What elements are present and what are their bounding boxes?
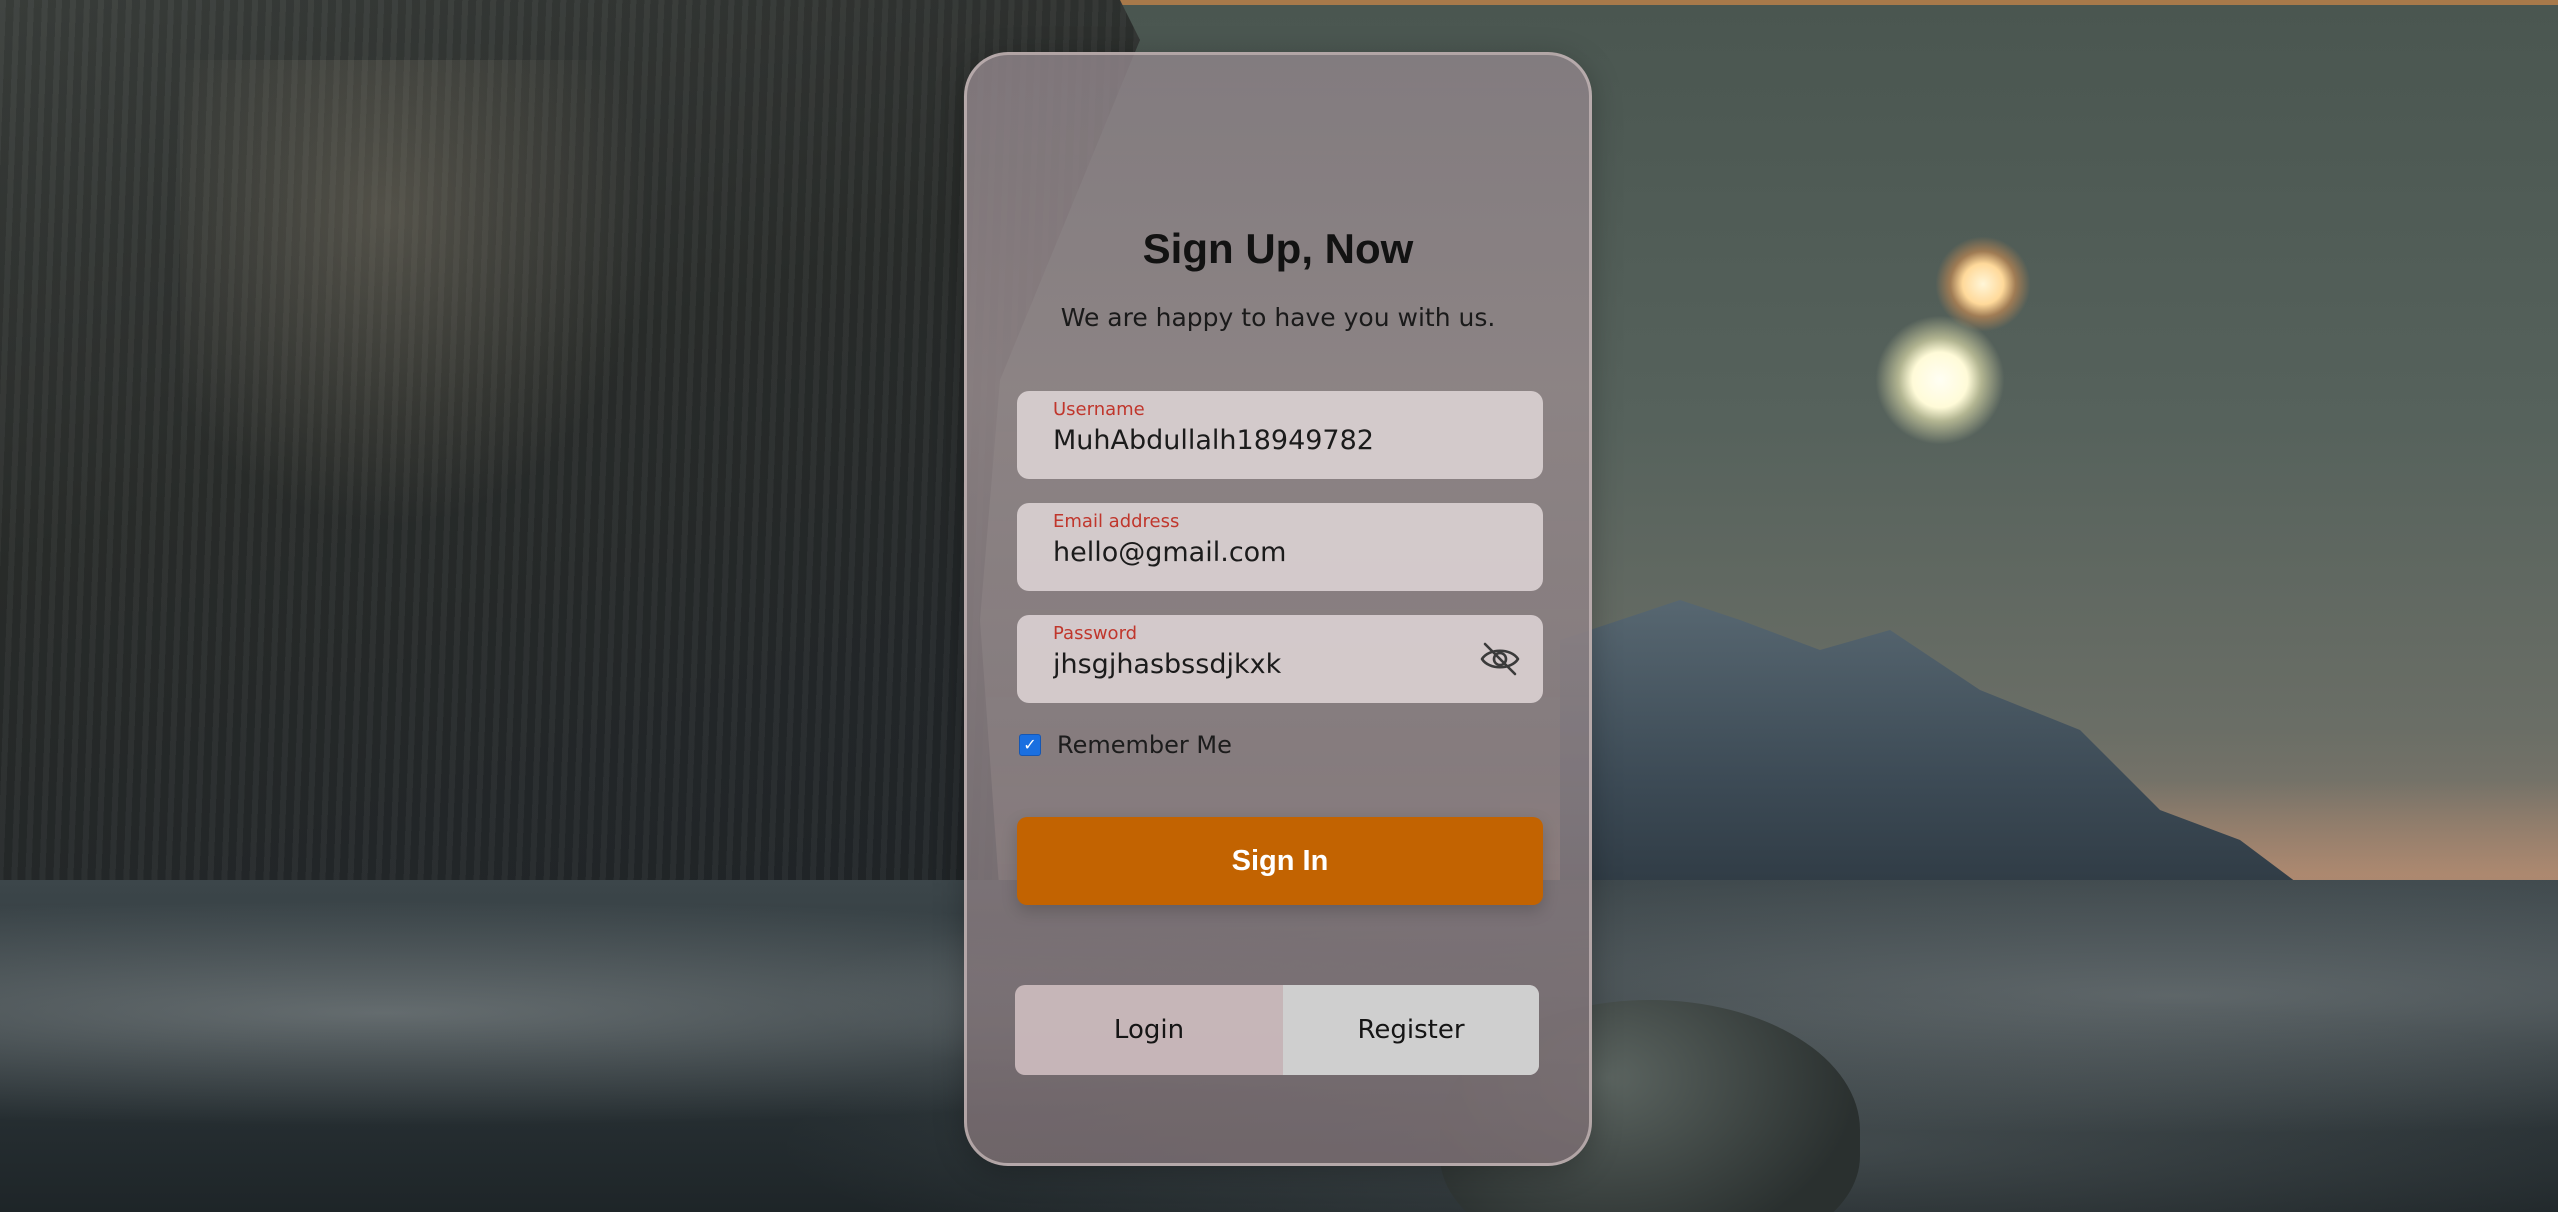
remember-me-checkbox[interactable]: ✓ (1019, 734, 1041, 756)
email-label: Email address (1053, 511, 1180, 532)
tab-login[interactable]: Login (1015, 985, 1283, 1075)
password-input[interactable] (1053, 649, 1473, 680)
username-input[interactable] (1053, 425, 1473, 456)
form-title: Sign Up, Now (1142, 225, 1414, 272)
signup-card: Sign Up, Now We are happy to have you wi… (964, 52, 1592, 1166)
username-label: Username (1053, 399, 1145, 420)
sign-in-button[interactable]: Sign In (1017, 817, 1543, 905)
form-subtitle: We are happy to have you with us. (1060, 303, 1496, 332)
tab-register[interactable]: Register (1283, 985, 1539, 1075)
password-field[interactable]: Password (1017, 615, 1543, 703)
username-field[interactable]: Username (1017, 391, 1543, 479)
auth-mode-switcher: Login Register (1015, 985, 1539, 1075)
sun-lower (1875, 315, 2005, 445)
remember-me-label: Remember Me (1057, 731, 1232, 759)
email-input[interactable] (1053, 537, 1473, 568)
mountains-right (1560, 600, 2320, 920)
cliff-highlight (180, 60, 700, 580)
email-field[interactable]: Email address (1017, 503, 1543, 591)
password-label: Password (1053, 623, 1138, 644)
eye-slash-icon[interactable] (1479, 639, 1521, 679)
remember-me-row[interactable]: ✓ Remember Me (1019, 729, 1232, 761)
